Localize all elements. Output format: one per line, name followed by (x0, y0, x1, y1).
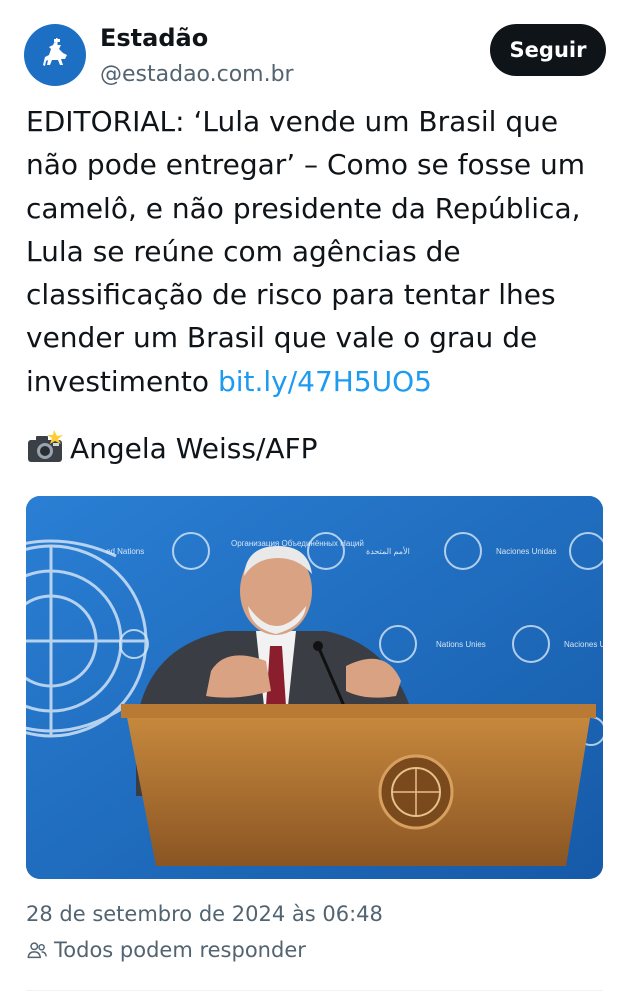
backdrop-label: الأمم المتحدة (366, 546, 410, 556)
photo-credit-text: Angela Weiss/AFP (70, 432, 318, 465)
people-icon (27, 942, 47, 959)
reply-setting-text: Todos podem responder (54, 938, 306, 962)
follow-button[interactable]: Seguir (490, 24, 606, 76)
backdrop-label: Организация Объединённых Наций (231, 539, 364, 548)
author-handle[interactable]: @estadao.com.br (100, 62, 294, 87)
post-timestamp[interactable]: 28 de setembro de 2024 às 06:48 (26, 902, 383, 926)
post-header: Estadão @estadao.com.br Seguir (24, 22, 606, 92)
photo-credit: Angela Weiss/AFP (26, 427, 318, 470)
podium (121, 704, 596, 866)
post-text: EDITORIAL: ‘Lula vende um Brasil que não… (26, 100, 611, 403)
avatar[interactable] (24, 24, 86, 86)
post-body: EDITORIAL: ‘Lula vende um Brasil que não… (26, 105, 585, 398)
backdrop-label: Naciones Unidas (496, 547, 556, 556)
author-name[interactable]: Estadão (100, 24, 208, 52)
lula-at-un-podium-image: ed Nations Организация Объединённых Наци… (26, 496, 603, 879)
divider (26, 990, 603, 991)
reply-setting: Todos podem responder (26, 938, 306, 962)
post-link[interactable]: bit.ly/47H5UO5 (218, 365, 432, 398)
backdrop-label: ed Nations (106, 547, 144, 556)
backdrop-label: Naciones U (564, 640, 603, 649)
backdrop-label: Nations Unies (436, 640, 486, 649)
post-image[interactable]: ed Nations Организация Объединённых Наци… (26, 496, 603, 879)
estadao-logo-icon (43, 38, 67, 66)
camera-flash-icon (28, 430, 63, 462)
